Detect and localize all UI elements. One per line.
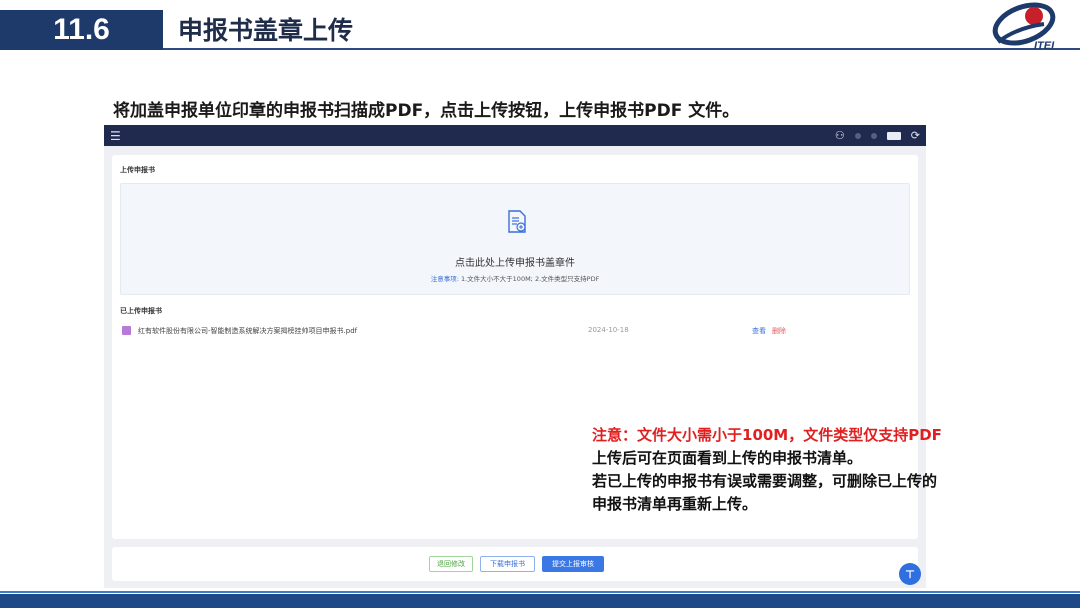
back-to-top-icon[interactable]: ⊤ [899, 563, 921, 585]
document-upload-icon [508, 210, 526, 233]
note-line-3: 申报书清单再重新上传。 [592, 495, 758, 513]
note-line-2: 若已上传的申报书有误或需要调整，可删除已上传的 [592, 472, 938, 490]
upload-section-title: 上传申报书 [120, 166, 155, 174]
menu-icon[interactable]: ☰ [110, 129, 121, 143]
section-title: 申报书盖章上传 [178, 16, 354, 45]
section-number: 11.6 [0, 10, 163, 50]
file-date: 2024-10-18 [588, 326, 629, 334]
topbar-actions: ⚇ ⟳ [835, 129, 920, 142]
uploaded-section-title: 已上传申报书 [120, 307, 162, 315]
footer-line [0, 591, 1080, 593]
note-line-1: 上传后可在页面看到上传的申报书清单。 [592, 449, 863, 467]
header-divider [163, 48, 1080, 50]
pdf-file-icon [122, 326, 131, 335]
upload-dropzone[interactable]: 点击此处上传申报书盖章件 注意事项: 1.文件大小不大于100M; 2.文件类型… [120, 183, 910, 295]
uploaded-file-row: 红有软件股份有限公司-智能制造系统解决方案揭榜挂帅项目申报书.pdf 2024-… [120, 325, 910, 337]
status-dot [870, 132, 877, 139]
dropzone-note-label: 注意事项: [430, 275, 459, 283]
slide: 11.6 申报书盖章上传 ITEI 将加盖申报单位印章的申报书扫描成PDF，点击… [0, 0, 1080, 608]
intro-text: 将加盖申报单位印章的申报书扫描成PDF，点击上传按钮，上传申报书PDF 文件。 [113, 101, 740, 121]
view-file-link[interactable]: 查看 [752, 326, 766, 336]
dropzone-note: 注意事项: 1.文件大小不大于100M; 2.文件类型只支持PDF [121, 273, 909, 283]
delete-file-link[interactable]: 删除 [772, 326, 786, 336]
dropzone-note-text: 1.文件大小不大于100M; 2.文件类型只支持PDF [460, 275, 600, 283]
itei-logo: ITEI [992, 2, 1056, 52]
user-icon[interactable]: ⚇ [835, 129, 845, 142]
app-screenshot: ☰ ⚇ ⟳ 上传申报书 点击此处上传申报书盖章件 注意事项: 1.文件大小不大于… [104, 125, 926, 588]
logo-text: ITEI [1034, 40, 1055, 52]
annotation-notes: 注意：文件大小需小于100M，文件类型仅支持PDF 上传后可在页面看到上传的申报… [592, 424, 942, 516]
file-name: 红有软件股份有限公司-智能制造系统解决方案揭榜挂帅项目申报书.pdf [138, 327, 358, 335]
back-to-edit-button[interactable]: 退回修改 [429, 556, 473, 572]
download-application-button[interactable]: 下载申报书 [480, 556, 535, 572]
submit-for-review-button[interactable]: 提交上报审核 [542, 556, 604, 572]
dropzone-prompt: 点击此处上传申报书盖章件 [455, 258, 575, 269]
app-topbar: ☰ ⚇ ⟳ [104, 125, 926, 146]
status-dot [854, 132, 861, 139]
action-bar: 退回修改 下载申报书 提交上报审核 [112, 547, 918, 581]
logout-icon[interactable]: ⟳ [911, 129, 920, 142]
warning-note: 注意：文件大小需小于100M，文件类型仅支持PDF [592, 426, 942, 444]
footer-bar [0, 594, 1080, 608]
username-chip[interactable] [886, 131, 901, 140]
